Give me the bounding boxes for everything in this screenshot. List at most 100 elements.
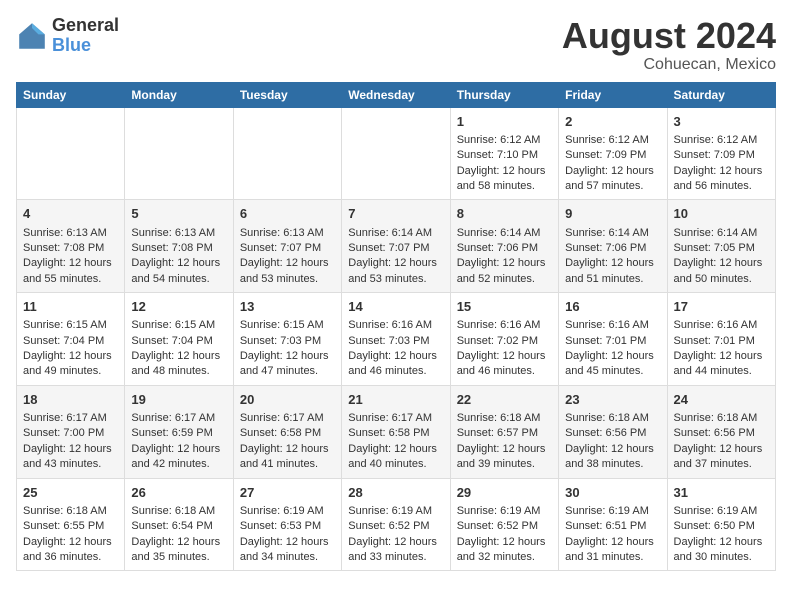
day-info: and 53 minutes. [348, 272, 443, 287]
day-info: Sunrise: 6:17 AM [131, 411, 226, 426]
calendar-cell: 4Sunrise: 6:13 AMSunset: 7:08 PMDaylight… [17, 200, 125, 293]
day-number: 29 [457, 484, 552, 502]
day-info: Sunset: 6:54 PM [131, 519, 226, 534]
day-number: 13 [240, 298, 335, 316]
day-info: Daylight: 12 hours [23, 349, 118, 364]
day-number: 30 [565, 484, 660, 502]
day-info: Daylight: 12 hours [348, 256, 443, 271]
day-number: 26 [131, 484, 226, 502]
day-info: and 46 minutes. [348, 364, 443, 379]
day-info: Sunrise: 6:14 AM [674, 226, 769, 241]
days-header-row: SundayMondayTuesdayWednesdayThursdayFrid… [17, 82, 776, 107]
day-info: Daylight: 12 hours [565, 256, 660, 271]
day-info: Sunrise: 6:18 AM [565, 411, 660, 426]
calendar-table: SundayMondayTuesdayWednesdayThursdayFrid… [16, 82, 776, 572]
day-info: and 38 minutes. [565, 457, 660, 472]
day-info: Daylight: 12 hours [674, 256, 769, 271]
day-header-monday: Monday [125, 82, 233, 107]
day-info: Sunset: 7:07 PM [240, 241, 335, 256]
logo-line2: Blue [52, 35, 91, 55]
day-header-wednesday: Wednesday [342, 82, 450, 107]
day-number: 2 [565, 113, 660, 131]
calendar-cell: 21Sunrise: 6:17 AMSunset: 6:58 PMDayligh… [342, 385, 450, 478]
calendar-cell: 9Sunrise: 6:14 AMSunset: 7:06 PMDaylight… [559, 200, 667, 293]
day-info: and 36 minutes. [23, 550, 118, 565]
day-info: Daylight: 12 hours [131, 535, 226, 550]
day-info: Daylight: 12 hours [565, 349, 660, 364]
day-info: Sunset: 6:51 PM [565, 519, 660, 534]
day-info: and 49 minutes. [23, 364, 118, 379]
day-info: and 39 minutes. [457, 457, 552, 472]
day-number: 12 [131, 298, 226, 316]
day-info: and 45 minutes. [565, 364, 660, 379]
day-info: Sunset: 7:08 PM [131, 241, 226, 256]
day-number: 8 [457, 205, 552, 223]
day-info: Daylight: 12 hours [348, 349, 443, 364]
day-info: and 40 minutes. [348, 457, 443, 472]
page-header: General Blue August 2024 Cohuecan, Mexic… [16, 16, 776, 74]
day-info: Sunset: 7:01 PM [565, 334, 660, 349]
day-number: 11 [23, 298, 118, 316]
calendar-week-row: 25Sunrise: 6:18 AMSunset: 6:55 PMDayligh… [17, 478, 776, 571]
day-info: Daylight: 12 hours [457, 164, 552, 179]
calendar-cell: 14Sunrise: 6:16 AMSunset: 7:03 PMDayligh… [342, 293, 450, 386]
day-info: and 42 minutes. [131, 457, 226, 472]
calendar-cell: 2Sunrise: 6:12 AMSunset: 7:09 PMDaylight… [559, 107, 667, 200]
day-info: Daylight: 12 hours [23, 256, 118, 271]
logo-text: General Blue [52, 16, 119, 56]
day-info: Sunrise: 6:17 AM [23, 411, 118, 426]
day-info: Sunrise: 6:15 AM [23, 318, 118, 333]
calendar-cell: 22Sunrise: 6:18 AMSunset: 6:57 PMDayligh… [450, 385, 558, 478]
day-number: 7 [348, 205, 443, 223]
calendar-week-row: 1Sunrise: 6:12 AMSunset: 7:10 PMDaylight… [17, 107, 776, 200]
day-number: 9 [565, 205, 660, 223]
day-info: Daylight: 12 hours [565, 442, 660, 457]
day-info: Sunset: 6:53 PM [240, 519, 335, 534]
day-info: Sunset: 7:10 PM [457, 148, 552, 163]
day-info: Sunset: 7:00 PM [23, 426, 118, 441]
calendar-week-row: 4Sunrise: 6:13 AMSunset: 7:08 PMDaylight… [17, 200, 776, 293]
day-number: 17 [674, 298, 769, 316]
day-info: Daylight: 12 hours [565, 535, 660, 550]
day-info: Sunset: 7:03 PM [240, 334, 335, 349]
calendar-cell: 3Sunrise: 6:12 AMSunset: 7:09 PMDaylight… [667, 107, 775, 200]
day-info: Sunset: 6:56 PM [674, 426, 769, 441]
day-info: Sunrise: 6:13 AM [131, 226, 226, 241]
day-info: Sunset: 7:02 PM [457, 334, 552, 349]
day-info: Sunset: 6:52 PM [457, 519, 552, 534]
day-number: 16 [565, 298, 660, 316]
day-info: and 57 minutes. [565, 179, 660, 194]
day-info: and 53 minutes. [240, 272, 335, 287]
day-number: 24 [674, 391, 769, 409]
day-info: Sunrise: 6:19 AM [457, 504, 552, 519]
day-info: and 41 minutes. [240, 457, 335, 472]
day-info: Sunset: 7:07 PM [348, 241, 443, 256]
day-info: and 50 minutes. [674, 272, 769, 287]
day-header-saturday: Saturday [667, 82, 775, 107]
day-info: Sunset: 6:58 PM [240, 426, 335, 441]
calendar-cell: 16Sunrise: 6:16 AMSunset: 7:01 PMDayligh… [559, 293, 667, 386]
day-info: Sunrise: 6:14 AM [565, 226, 660, 241]
calendar-cell: 25Sunrise: 6:18 AMSunset: 6:55 PMDayligh… [17, 478, 125, 571]
day-info: and 34 minutes. [240, 550, 335, 565]
day-number: 18 [23, 391, 118, 409]
day-info: and 32 minutes. [457, 550, 552, 565]
day-header-thursday: Thursday [450, 82, 558, 107]
day-info: Daylight: 12 hours [240, 442, 335, 457]
logo: General Blue [16, 16, 119, 56]
day-info: Daylight: 12 hours [131, 256, 226, 271]
day-info: Daylight: 12 hours [457, 256, 552, 271]
day-info: Daylight: 12 hours [240, 349, 335, 364]
day-info: and 46 minutes. [457, 364, 552, 379]
day-info: Sunrise: 6:13 AM [240, 226, 335, 241]
calendar-cell [17, 107, 125, 200]
day-info: and 54 minutes. [131, 272, 226, 287]
day-info: and 56 minutes. [674, 179, 769, 194]
logo-line1: General [52, 16, 119, 36]
day-info: Sunrise: 6:16 AM [457, 318, 552, 333]
day-info: Sunset: 6:59 PM [131, 426, 226, 441]
day-number: 22 [457, 391, 552, 409]
calendar-cell: 19Sunrise: 6:17 AMSunset: 6:59 PMDayligh… [125, 385, 233, 478]
day-info: Sunrise: 6:12 AM [457, 133, 552, 148]
calendar-cell: 15Sunrise: 6:16 AMSunset: 7:02 PMDayligh… [450, 293, 558, 386]
